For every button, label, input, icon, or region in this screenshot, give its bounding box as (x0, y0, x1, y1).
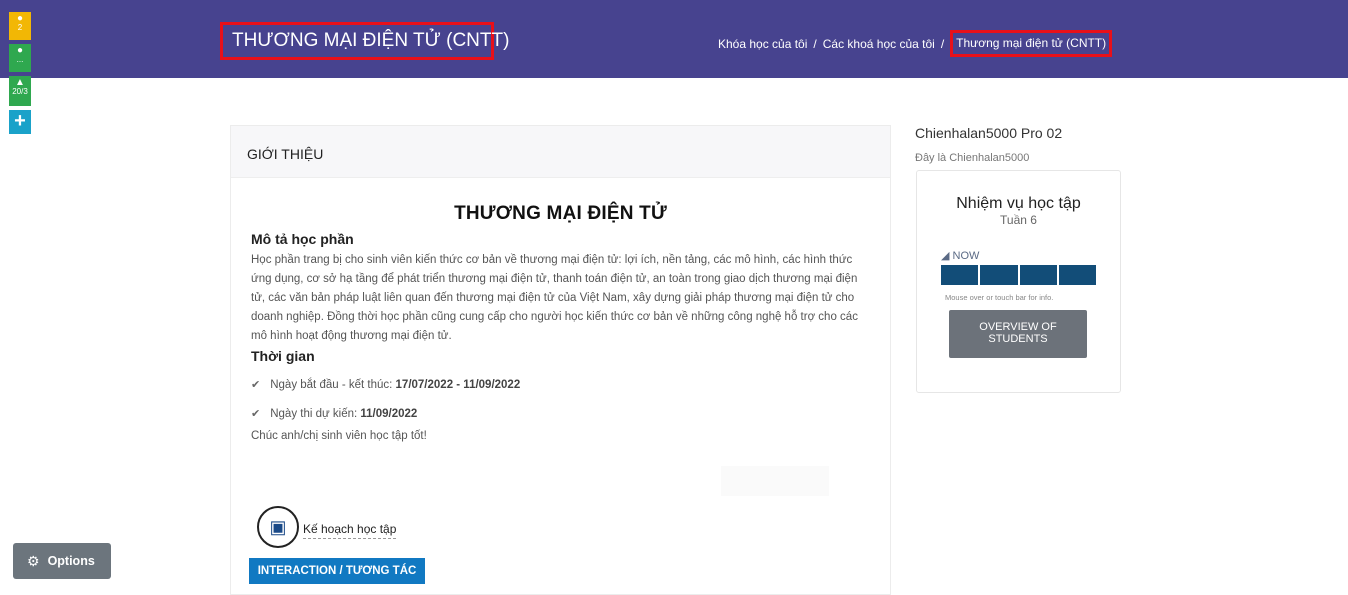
breadcrumb-my-courses-link[interactable]: Khóa học của tôi (718, 37, 807, 51)
notifications-count: 2 (17, 23, 23, 32)
start-end-line: ✔ Ngày bắt đầu - kết thúc: 17/07/2022 - … (251, 378, 870, 392)
exam-line: ✔ Ngày thi dự kiến: 11/09/2022 (251, 407, 870, 421)
breadcrumb-separator: / (813, 36, 817, 51)
start-end-value: 17/07/2022 - 11/09/2022 (395, 378, 521, 391)
timeline-segment[interactable] (1058, 265, 1096, 285)
grades-value: 20/3 (12, 87, 28, 96)
tasks-title: Nhiệm vụ học tập (956, 195, 1081, 212)
timeline-segment[interactable] (941, 265, 979, 285)
description-heading: Mô tả học phần (251, 231, 354, 247)
interaction-button[interactable]: INTERACTION / TƯƠNG TÁC (249, 558, 425, 584)
intro-card-body: THƯƠNG MẠI ĐIỆN TỬ Mô tả học phần Học ph… (231, 203, 890, 442)
study-plan-label[interactable]: Kế hoạch học tập (303, 522, 397, 539)
top-header: THƯƠNG MẠI ĐIỆN TỬ (CNTT) Khóa học của t… (0, 0, 1348, 78)
options-button[interactable]: ⚙ Options (13, 543, 111, 579)
notifications-button[interactable]: ● 2 (9, 12, 31, 40)
timeline-segment[interactable] (1019, 265, 1057, 285)
check-icon: ✔ (251, 408, 261, 420)
intro-card: GIỚI THIỆU THƯƠNG MẠI ĐIỆN TỬ Mô tả học … (230, 125, 891, 595)
chat-icon: ● (16, 45, 24, 56)
messages-count: ... (16, 55, 24, 64)
bell-icon: ● (16, 13, 24, 24)
user-name: Chienhalan5000 Pro 02 (915, 125, 1063, 141)
course-title: THƯƠNG MẠI ĐIỆN TỬ (CNTT) (220, 22, 509, 60)
blank-panel (721, 466, 829, 496)
exam-value: 11/09/2022 (360, 407, 418, 420)
greeting-text: Chúc anh/chị sinh viên học tập tốt! (251, 430, 427, 442)
course-description: Học phần trang bị cho sinh viên kiến thứ… (251, 254, 858, 342)
computer-icon: ▣ (257, 506, 299, 548)
graduation-cap-icon: ▲ (15, 77, 25, 88)
check-icon: ✔ (251, 379, 261, 391)
messages-button[interactable]: ● ... (9, 44, 31, 72)
overview-students-button[interactable]: OVERVIEW OF STUDENTS (949, 310, 1087, 358)
now-label: NOW (952, 250, 980, 262)
breadcrumb-courses-link[interactable]: Các khoá học của tôi (823, 37, 935, 51)
gear-icon: ⚙ (27, 552, 40, 569)
timeline-bar[interactable] (941, 265, 1096, 285)
timeline-hint: Mouse over or touch bar for info. (945, 293, 1054, 302)
user-subtitle: Đây là Chienhalan5000 (915, 152, 1030, 164)
options-label: Options (47, 554, 95, 568)
add-button[interactable]: + (9, 110, 31, 134)
exam-label: Ngày thi dự kiến: (270, 407, 358, 420)
tasks-week: Tuần 6 (1000, 213, 1037, 227)
now-marker: ◢ NOW (941, 249, 979, 262)
course-main-title: THƯƠNG MẠI ĐIỆN TỬ (454, 203, 667, 224)
grades-button[interactable]: ▲ 20/3 (9, 76, 31, 106)
left-rail: ● 2 ● ... ▲ 20/3 + (9, 12, 31, 134)
study-tasks-card: Nhiệm vụ học tập Tuần 6 ◢ NOW Mouse over… (916, 170, 1121, 393)
breadcrumb-current-course[interactable]: Thương mại điện tử (CNTT) (950, 30, 1113, 57)
flag-icon: ◢ (941, 250, 950, 262)
start-end-label: Ngày bắt đầu - kết thúc: (270, 378, 393, 391)
time-heading: Thời gian (251, 348, 315, 364)
plus-icon: + (14, 110, 26, 132)
intro-card-header: GIỚI THIỆU (231, 126, 890, 178)
timeline-segment[interactable] (980, 265, 1018, 285)
study-plan-link[interactable]: ▣ Kế hoạch học tập (257, 506, 397, 548)
breadcrumb: Khóa học của tôi / Các khoá học của tôi … (718, 30, 1113, 57)
breadcrumb-separator: / (940, 36, 945, 51)
